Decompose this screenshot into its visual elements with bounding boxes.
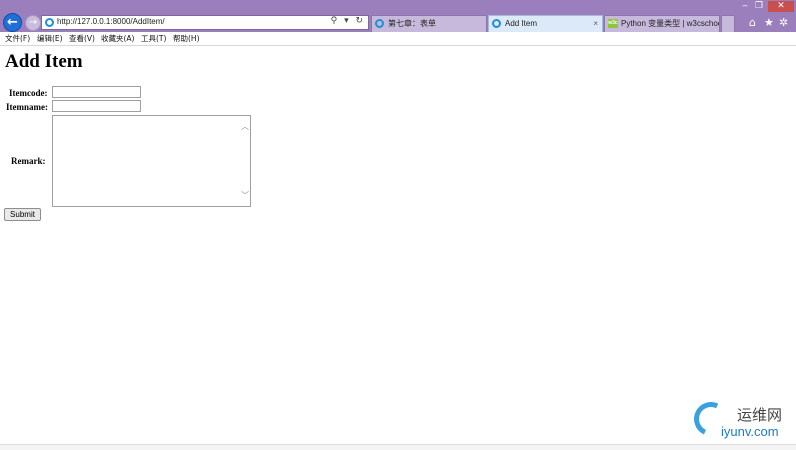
itemname-label: Itemname:: [6, 102, 48, 112]
menu-edit[interactable]: 编辑(E): [37, 33, 63, 44]
forward-button[interactable]: →: [25, 15, 41, 31]
menu-file[interactable]: 文件(F): [5, 33, 30, 44]
close-window-icon[interactable]: ✕: [768, 1, 794, 12]
search-refresh-icon[interactable]: ⚲ ▾ ↻: [331, 16, 365, 26]
favorites-star-icon[interactable]: ★: [764, 16, 774, 29]
itemcode-input[interactable]: [52, 86, 141, 98]
scroll-down-icon[interactable]: ﹀: [241, 190, 249, 201]
submit-button[interactable]: Submit: [4, 208, 41, 221]
address-url[interactable]: http://127.0.0.1:8000/AddItem/: [57, 17, 165, 26]
page-title: Add Item: [5, 51, 83, 72]
ie-tab-icon: [375, 19, 384, 28]
tab-python-w3cschool[interactable]: w3c Python 变量类型 | w3cschool...: [604, 15, 720, 32]
watermark-en: iyunv.com: [721, 424, 779, 439]
tab-label: 第七章：表单: [388, 19, 436, 28]
menu-view[interactable]: 查看(V): [69, 33, 95, 44]
close-tab-icon[interactable]: ×: [593, 16, 598, 31]
new-tab-button[interactable]: [721, 15, 735, 32]
tab-label: Python 变量类型 | w3cschool...: [621, 19, 720, 28]
minimize-icon[interactable]: ‒: [738, 1, 752, 12]
itemname-input[interactable]: [52, 100, 141, 112]
w3cschool-icon: w3c: [608, 19, 618, 28]
tab-label: Add Item: [505, 19, 538, 28]
watermark-cn: 运维网: [737, 406, 783, 424]
tab-add-item[interactable]: Add Item ×: [488, 15, 603, 32]
tab-chapter7[interactable]: 第七章：表单: [371, 15, 487, 32]
home-icon[interactable]: ⌂: [749, 16, 756, 29]
page-content: Add Item Itemcode: Itemname: Remark: ︿ ﹀…: [0, 46, 796, 449]
remark-label: Remark:: [11, 156, 46, 166]
menu-tools[interactable]: 工具(T): [141, 33, 166, 44]
menu-help[interactable]: 帮助(H): [173, 33, 200, 44]
menu-favorites[interactable]: 收藏夹(A): [101, 33, 134, 44]
menu-bar: 文件(F) 编辑(E) 查看(V) 收藏夹(A) 工具(T) 帮助(H): [0, 32, 796, 46]
status-strip: [0, 444, 796, 450]
ie-tab-icon: [492, 19, 501, 28]
itemcode-label: Itemcode:: [9, 88, 48, 98]
remark-textarea[interactable]: ︿ ﹀: [52, 115, 251, 207]
settings-gear-icon[interactable]: ✲: [779, 16, 788, 29]
restore-icon[interactable]: ❐: [752, 1, 766, 12]
ie-page-icon: [45, 18, 54, 27]
scroll-up-icon[interactable]: ︿: [241, 121, 249, 132]
address-bar[interactable]: http://127.0.0.1:8000/AddItem/ ⚲ ▾ ↻: [41, 15, 369, 30]
browser-titlebar: ← → http://127.0.0.1:8000/AddItem/ ⚲ ▾ ↻…: [0, 0, 796, 32]
back-button[interactable]: ←: [3, 13, 22, 32]
